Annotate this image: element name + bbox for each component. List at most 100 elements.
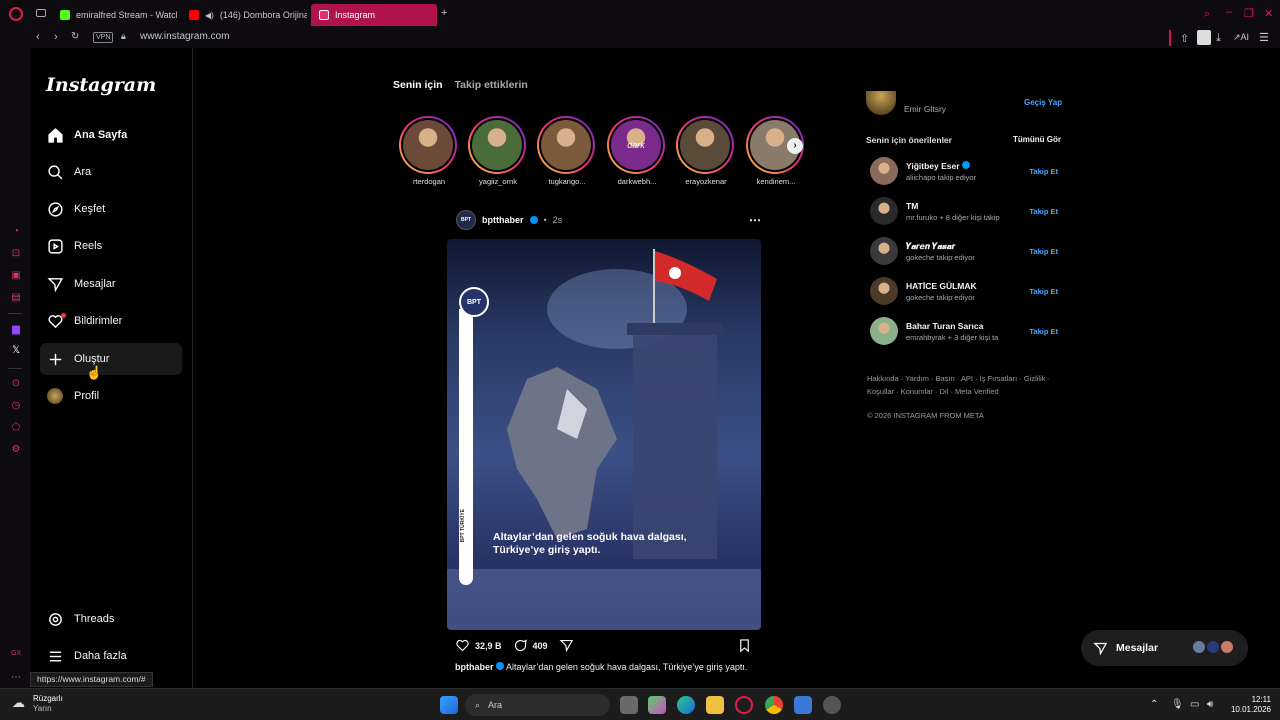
nav-more[interactable]: Daha fazla	[40, 640, 182, 672]
sidebar-bag-icon[interactable]: ⊡	[10, 248, 22, 259]
sidebar-ai-icon[interactable]: ◔	[10, 226, 22, 237]
nav-threads[interactable]: Threads	[40, 603, 182, 635]
more-dots-icon[interactable]: ⋯	[10, 672, 22, 683]
save-bookmark-button[interactable]	[737, 638, 752, 655]
taskbar-search[interactable]: ⌕ Ara	[465, 694, 610, 716]
opera-gx-taskbar-icon[interactable]	[735, 696, 753, 714]
tab-for-you[interactable]: Senin için	[393, 79, 443, 91]
task-view-icon[interactable]	[620, 696, 638, 714]
download-icon[interactable]: ⤓	[1216, 32, 1221, 45]
history-icon[interactable]: ◷	[10, 400, 22, 411]
instagram-logo[interactable]: Instagram	[46, 74, 156, 96]
url-field[interactable]: www.instagram.com	[140, 31, 229, 42]
maximize-icon[interactable]: ❐	[1244, 7, 1254, 20]
widgets-icon[interactable]	[648, 696, 666, 714]
forward-icon[interactable]: ›	[54, 31, 58, 43]
new-tab-button[interactable]: +	[441, 7, 447, 19]
ai-extension-icon[interactable]	[1197, 30, 1211, 45]
minimize-icon[interactable]: –	[1226, 6, 1232, 18]
like-button[interactable]	[455, 638, 470, 655]
nav-label: Profil	[74, 390, 100, 402]
store-icon[interactable]	[794, 696, 812, 714]
x-twitter-icon[interactable]: 𝕏	[10, 345, 22, 356]
suggestion-name[interactable]: HATİCE GÜLMAK	[906, 281, 977, 291]
follow-button[interactable]: Takip Et	[1029, 327, 1058, 336]
file-explorer-icon[interactable]	[706, 696, 724, 714]
share-icon[interactable]: ⇧	[1180, 32, 1189, 45]
nav-home[interactable]: Ana Sayfa	[40, 119, 182, 151]
story-item[interactable]: dark darkwebh...	[607, 116, 667, 186]
tab-kick[interactable]: emiralfred Stream - Watch	[52, 4, 177, 26]
suggestion-name[interactable]: Bahar Turan Sarıca	[906, 321, 983, 331]
tray-chevron-icon[interactable]: ⌃	[1150, 699, 1158, 710]
switch-account-link[interactable]: Geçiş Yap	[1024, 98, 1062, 107]
player-icon[interactable]: ⊙	[10, 378, 22, 389]
story-item[interactable]: tugkango...	[537, 116, 597, 186]
tab-instagram[interactable]: Instagram	[311, 4, 437, 26]
opera-logo-icon[interactable]	[9, 7, 23, 21]
post-image[interactable]: BPT BPT TÜRKİYE Altaylar’dan gelen soğuk…	[447, 239, 761, 630]
twitch-icon[interactable]: ▆	[10, 324, 22, 335]
comment-button[interactable]	[513, 638, 528, 655]
story-item[interactable]: rterdogan	[399, 116, 459, 186]
network-icon[interactable]: ▭	[1190, 699, 1199, 710]
messages-floating-button[interactable]: Mesajlar	[1081, 630, 1248, 666]
suggestion-avatar[interactable]	[870, 237, 898, 265]
tab-overview-icon[interactable]	[36, 9, 46, 17]
vpn-badge[interactable]: VPN	[93, 32, 114, 43]
story-item[interactable]: yagiiz_ornk	[468, 116, 528, 186]
edge-icon[interactable]	[677, 696, 695, 714]
suggestion-name[interactable]: Yiğitbey Eser	[906, 161, 970, 171]
chrome-icon[interactable]	[765, 696, 783, 714]
back-icon[interactable]: ‹	[36, 31, 40, 43]
caption-username[interactable]: bpthaber	[455, 662, 494, 672]
follow-button[interactable]: Takip Et	[1029, 167, 1058, 176]
current-account-avatar[interactable]	[866, 91, 896, 115]
tab-following[interactable]: Takip ettiklerin	[455, 79, 528, 91]
footer-links[interactable]: Hakkında · Yardım · Basın · API · İş Fır…	[867, 373, 1067, 398]
microphone-icon[interactable]: 🎙︎	[1171, 699, 1184, 710]
taskbar-clock[interactable]: 12:11 10.01.2026	[1227, 695, 1271, 715]
search-tabs-icon[interactable]: ⌕	[1204, 8, 1210, 21]
suggestion-name[interactable]: 𝒀𝒂𝒓𝒆𝒏 𝒀𝒂𝒔𝒂𝒓	[906, 241, 955, 252]
weather-icon[interactable]: ☁	[12, 695, 25, 711]
suggestion-avatar[interactable]	[870, 317, 898, 345]
suggestion-avatar[interactable]	[870, 277, 898, 305]
volume-icon[interactable]: 🔊︎	[1207, 699, 1213, 710]
tab-youtube[interactable]: ◀) (146) Dombora Orijinal	[181, 4, 307, 26]
story-item[interactable]: erayozkenar	[676, 116, 736, 186]
nav-search[interactable]: Ara	[40, 156, 182, 188]
close-window-icon[interactable]: ✕	[1264, 7, 1273, 20]
start-windows-icon[interactable]	[440, 696, 458, 714]
suggestion-avatar[interactable]	[870, 197, 898, 225]
lock-icon[interactable]: 🔒︎	[121, 31, 126, 42]
see-all-link[interactable]: Tümünü Gör	[1013, 135, 1061, 144]
suggestion-followed-by: mr.furuko + 8 diğer kişi takip	[906, 213, 1000, 222]
sidebar-m-icon[interactable]: ▤	[10, 292, 22, 303]
share-button[interactable]	[559, 638, 574, 655]
nav-profile[interactable]: Profil	[40, 380, 182, 412]
reload-icon[interactable]: ↻	[71, 31, 79, 42]
follow-button[interactable]: Takip Et	[1029, 207, 1058, 216]
post-username[interactable]: bptthaber	[482, 215, 524, 225]
follow-button[interactable]: Takip Et	[1029, 287, 1058, 296]
nav-reels[interactable]: Reels	[40, 230, 182, 262]
settings-gear-icon[interactable]: ⚙	[10, 444, 22, 455]
post-author-avatar[interactable]: BPT	[456, 210, 476, 230]
extensions-icon[interactable]: ⬠	[10, 422, 22, 433]
suggestion-avatar[interactable]	[870, 157, 898, 185]
aria-ai-button[interactable]: ↗AI	[1233, 32, 1249, 43]
stories-next-button[interactable]: ›	[787, 138, 803, 154]
settings-app-icon[interactable]	[823, 696, 841, 714]
nav-notifications[interactable]: Bildirimler	[40, 305, 182, 337]
nav-explore[interactable]: Keşfet	[40, 193, 182, 225]
sidebar-mail-icon[interactable]: ▣	[10, 270, 22, 281]
post-options-icon[interactable]: ⋯	[749, 213, 761, 227]
nav-create[interactable]: Oluştur	[40, 343, 182, 375]
nav-messages[interactable]: Mesajlar	[40, 268, 182, 300]
gx-icon[interactable]: GX	[10, 650, 22, 657]
easy-setup-icon[interactable]: ☰	[1259, 31, 1269, 44]
weather-widget[interactable]: Rüzgarlı Yarın	[33, 694, 63, 714]
suggestion-name[interactable]: TM	[906, 201, 918, 211]
follow-button[interactable]: Takip Et	[1029, 247, 1058, 256]
